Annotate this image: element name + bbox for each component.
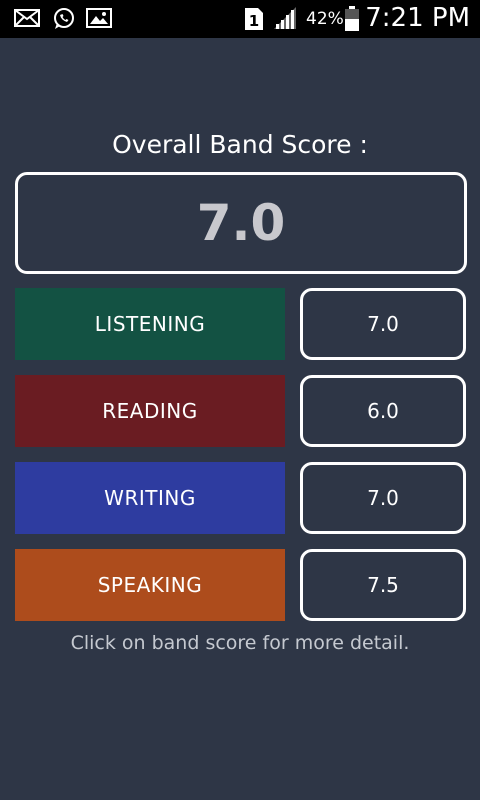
writing-score[interactable]: 7.0	[300, 462, 466, 534]
status-bar: 1 42% 7:21 PM	[0, 0, 480, 38]
skill-row-listening: LISTENING 7.0	[0, 288, 480, 360]
battery-percent: 42%	[306, 9, 344, 29]
sim-icon: 1	[244, 7, 264, 35]
listening-button[interactable]: LISTENING	[15, 288, 285, 360]
whatsapp-icon	[52, 7, 76, 35]
reading-button[interactable]: READING	[15, 375, 285, 447]
hint-text: Click on band score for more detail.	[70, 632, 410, 654]
mail-icon	[14, 8, 40, 32]
writing-button[interactable]: WRITING	[15, 462, 285, 534]
skill-row-writing: WRITING 7.0	[0, 462, 480, 534]
clock: 7:21 PM	[365, 3, 470, 33]
skill-row-reading: READING 6.0	[0, 375, 480, 447]
listening-score[interactable]: 7.0	[300, 288, 466, 360]
gallery-icon	[86, 8, 112, 32]
speaking-score[interactable]: 7.5	[300, 549, 466, 621]
overall-band-label: Overall Band Score :	[112, 130, 368, 159]
battery-icon	[344, 6, 360, 36]
overall-band-score: 7.0	[15, 172, 467, 274]
sim-slot-label: 1	[249, 12, 259, 30]
signal-icon	[272, 6, 298, 34]
reading-score[interactable]: 6.0	[300, 375, 466, 447]
speaking-button[interactable]: SPEAKING	[15, 549, 285, 621]
skill-row-speaking: SPEAKING 7.5	[0, 549, 480, 621]
main-screen: Overall Band Score : 7.0 LISTENING 7.0 R…	[0, 38, 480, 800]
